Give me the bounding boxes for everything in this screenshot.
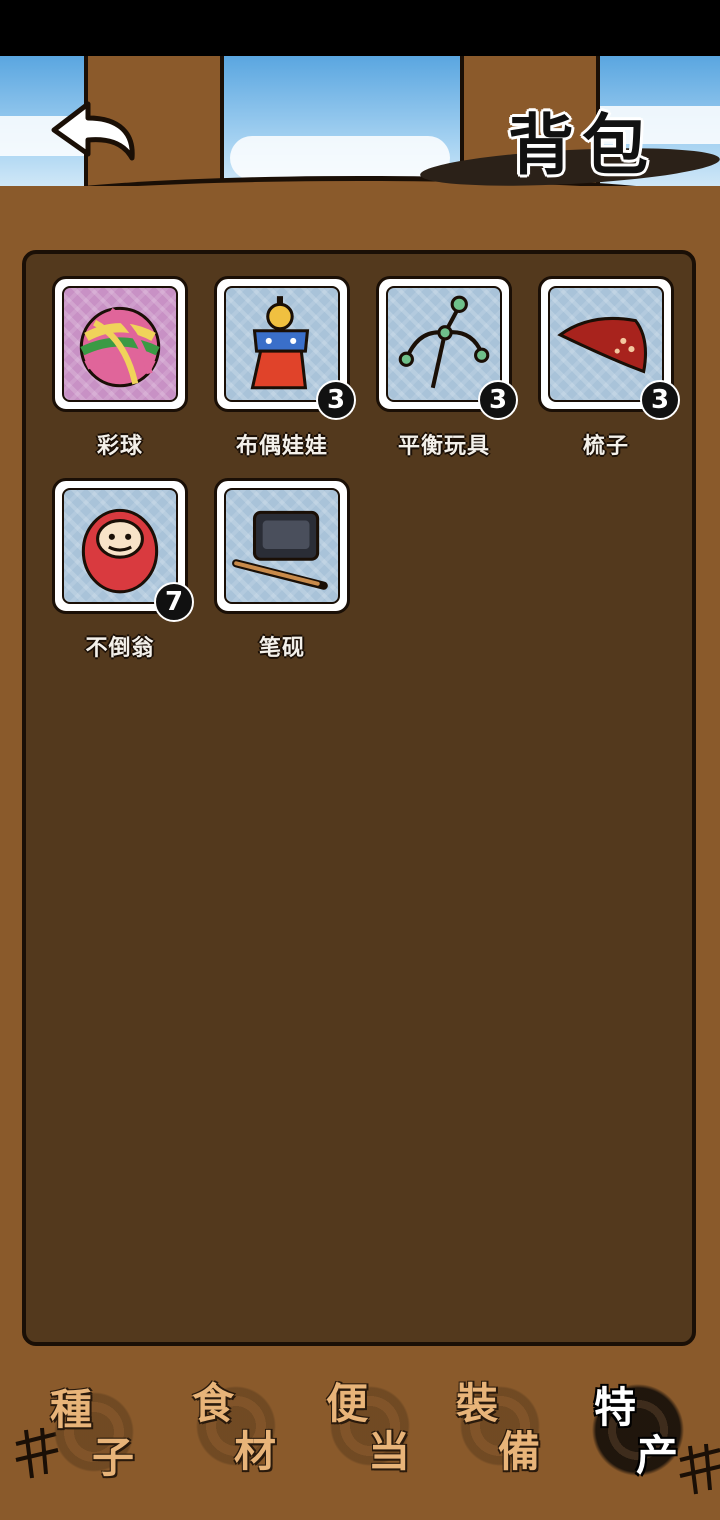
item-name-label: 梳子	[582, 434, 629, 459]
title-area: 背包	[419, 92, 720, 192]
tab-label-char: 備	[498, 1427, 541, 1476]
item-count-badge: 3	[478, 380, 518, 420]
item-name-label: 布偶娃娃	[235, 434, 328, 459]
back-button[interactable]	[48, 96, 144, 166]
item-name-label: 笔砚	[258, 636, 305, 661]
cloth-doll-icon	[250, 296, 310, 390]
slot-background	[224, 488, 340, 604]
item-name-label: 平衡玩具	[397, 434, 490, 459]
item-count-badge: 7	[154, 582, 194, 622]
tab-label-char: 材	[234, 1427, 277, 1476]
tab-bento[interactable]: 便 当	[304, 1360, 436, 1490]
category-tab-bar: 種 子 食 材 便 当 裝 備 特 产	[0, 1360, 720, 1520]
tab-label-char: 裝	[456, 1379, 499, 1428]
inventory-slot-daruma[interactable]: 7 不倒翁	[52, 478, 194, 661]
tab-label-char: 产	[636, 1431, 679, 1480]
inventory-slot-yarn-ball[interactable]: 彩球	[52, 276, 188, 459]
tab-label-char: 特	[594, 1383, 637, 1432]
balance-toy-icon	[398, 295, 490, 389]
slot-frame	[214, 478, 350, 614]
tab-ingredients[interactable]: 食 材	[170, 1360, 302, 1490]
item-count-badge: 3	[640, 380, 680, 420]
tab-label-char: 子	[92, 1433, 135, 1482]
item-name-label: 不倒翁	[85, 636, 155, 661]
tab-label-char: 種	[50, 1385, 93, 1434]
tab-specialties[interactable]: 特 产	[572, 1364, 704, 1494]
inkstone-brush-icon	[232, 510, 328, 590]
tab-seeds[interactable]: 種 子	[28, 1366, 160, 1496]
back-arrow-icon	[51, 101, 135, 161]
inventory-slot-balance-toy[interactable]: 3 平衡玩具	[376, 276, 518, 459]
tab-label-char: 便	[326, 1379, 369, 1428]
inventory-slot-inkstone[interactable]: 笔砚	[214, 478, 350, 661]
tab-label-char: 食	[192, 1379, 235, 1428]
daruma-icon	[81, 508, 159, 594]
item-name-label: 彩球	[96, 434, 143, 459]
inventory-slot-comb[interactable]: 3 梳子	[538, 276, 680, 459]
slot-background	[62, 286, 178, 402]
tab-label-char: 当	[368, 1427, 411, 1476]
tab-equipment[interactable]: 裝 備	[434, 1360, 566, 1490]
inventory-slot-cloth-doll[interactable]: 3 布偶娃娃	[214, 276, 356, 459]
slot-frame	[52, 276, 188, 412]
comb-icon	[557, 316, 647, 374]
yarn-ball-icon	[79, 306, 161, 388]
cloud	[230, 136, 450, 180]
item-count-badge: 3	[316, 380, 356, 420]
status-bar	[0, 0, 720, 56]
page-title: 背包	[508, 107, 656, 184]
inventory-panel: 彩球 3 布偶娃娃 3 平衡玩具 3 梳子 7 不倒翁 笔砚	[22, 250, 696, 1346]
